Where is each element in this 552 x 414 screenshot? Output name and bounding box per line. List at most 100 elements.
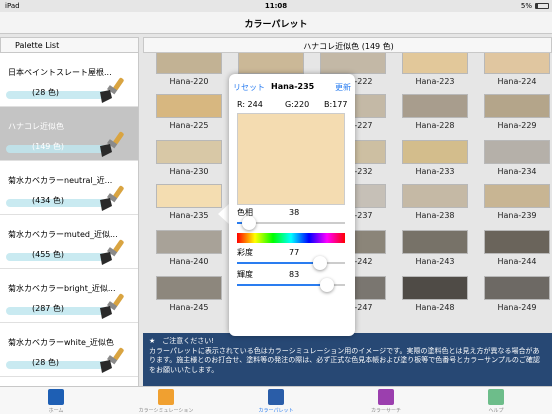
color-chip-label: Hana-223 [415,77,455,86]
color-chip-label: Hana-225 [169,121,209,130]
color-chip[interactable]: Hana-230 [151,140,227,179]
color-chip-label: Hana-234 [497,167,537,176]
color-chip[interactable]: Hana-229 [479,94,552,133]
color-swatch [238,53,304,74]
color-chip[interactable]: Hana-223 [397,53,473,89]
brightness-slider-knob[interactable] [319,278,334,292]
color-swatch [156,94,222,118]
search-icon [378,389,394,405]
palette-icon [268,389,284,405]
palette-count: (28 色) [32,358,59,367]
paint-brush-icon [100,239,124,265]
color-chip[interactable]: Hana-235 [151,184,227,223]
house-icon [158,389,174,405]
color-chip-label: Hana-235 [169,211,209,220]
tab-palette[interactable]: カラーパレット [241,389,311,414]
palette-list-item[interactable]: 菊水カベカラーbright_近似... (287 色) [0,269,138,323]
color-chip-label: Hana-243 [415,257,455,266]
color-chip-label: Hana-229 [497,121,537,130]
palette-list[interactable]: 日本ペイントスレート屋根... (28 色) ハナコレ近似色 (149 色) 菊水カベカ… [0,53,139,386]
color-swatch [402,184,468,208]
color-chip[interactable]: Hana-245 [151,276,227,315]
brightness-value: 83 [289,270,300,279]
color-chip[interactable]: Hana-248 [397,276,473,315]
tab-label: カラーシミュレーション [138,408,194,414]
hue-value: 38 [289,208,300,217]
color-chip[interactable]: Hana-238 [397,184,473,223]
palette-list-item[interactable]: 菊水カベカラーneutral_近... (434 色) [0,161,138,215]
update-button[interactable]: 更新 [335,82,351,93]
palette-count: (28 色) [32,88,59,97]
color-chip[interactable]: Hana-220 [151,53,227,89]
saturation-slider[interactable] [237,262,345,264]
tab-search[interactable]: カラーサーチ [351,389,421,414]
popover-color-name: Hana-235 [271,82,315,91]
hue-slider-knob[interactable] [241,216,256,230]
palette-count: (434 色) [32,196,65,205]
clock: 11:08 [264,2,288,10]
color-chip[interactable]: Hana-249 [479,276,552,315]
color-chip-label: Hana-240 [169,257,209,266]
color-chip[interactable]: Hana-234 [479,140,552,179]
palette-list-item[interactable]: 菊水カベカラーwhite_近似色 (28 色) [0,323,138,377]
help-icon [488,389,504,405]
color-chip[interactable]: Hana-244 [479,230,552,269]
tab-label: カラーパレット [258,408,294,414]
color-swatch [484,230,550,254]
color-chip-label: Hana-224 [497,77,537,86]
saturation-slider-knob[interactable] [313,256,328,270]
color-chip[interactable]: Hana-243 [397,230,473,269]
color-chip-label: Hana-239 [497,211,537,220]
palette-list-item[interactable]: 菊水カベカラーmuted_近似... (455 色) [0,215,138,269]
color-swatch [156,140,222,164]
color-chip-label: Hana-233 [415,167,455,176]
green-value: G:220 [285,100,310,109]
color-chip-label: Hana-248 [415,303,455,312]
palette-list-header: Palette List [0,37,139,53]
palette-list-item[interactable]: ハナコレ近似色 (149 色) [0,107,138,161]
color-chip[interactable]: Hana-228 [397,94,473,133]
hue-spectrum-bar [237,233,345,243]
blue-value: B:177 [324,100,348,109]
notice-title: ★ ご注意ください! [149,337,215,345]
color-preview-swatch [237,113,345,205]
tab-label: カラーサーチ [371,408,401,414]
palette-list-item[interactable]: 日本ペイントスレート屋根... (28 色) [0,53,138,107]
brightness-slider-fill [237,284,327,286]
palette-count: (287 色) [32,304,65,313]
color-chip[interactable]: Hana-240 [151,230,227,269]
color-chip-label: Hana-230 [169,167,209,176]
color-chip-label: Hana-228 [415,121,455,130]
color-chip-label: Hana-244 [497,257,537,266]
paint-brush-icon [100,185,124,211]
color-swatch [402,94,468,118]
color-edit-popover: リセット Hana-235 更新 R: 244 G:220 B:177 色相 3… [229,74,355,336]
battery-icon [535,3,549,9]
color-chip[interactable]: Hana-224 [479,53,552,89]
tab-house[interactable]: カラーシミュレーション [131,389,201,414]
battery-percent: 5% [520,2,532,10]
color-chip-label: Hana-238 [415,211,455,220]
saturation-slider-fill [237,262,321,264]
color-chip[interactable]: Hana-225 [151,94,227,133]
color-swatch [156,276,222,300]
paint-brush-icon [100,131,124,157]
tab-bar: ホーム カラーシミュレーション カラーパレット カラーサーチ ヘルプ [0,386,552,414]
color-chip[interactable]: Hana-239 [479,184,552,223]
color-swatch [402,140,468,164]
tab-help[interactable]: ヘルプ [461,389,531,414]
color-swatch [156,230,222,254]
notice-body: カラーパレットに表示されている色はカラーシミュレーション用のイメージです。実際の… [149,346,540,374]
reset-button[interactable]: リセット [233,82,265,93]
color-swatch [484,184,550,208]
red-value: R: 244 [237,100,263,109]
color-swatch [484,140,550,164]
top-icon [48,389,64,405]
status-bar: iPad 11:08 5% [0,0,552,12]
color-swatch [402,230,468,254]
palette-detail-header: ハナコレ近似色 (149 色) [143,37,552,53]
tab-top[interactable]: ホーム [21,389,91,414]
color-chip[interactable]: Hana-233 [397,140,473,179]
paint-brush-icon [100,347,124,373]
palette-list-title: Palette List [15,41,60,50]
